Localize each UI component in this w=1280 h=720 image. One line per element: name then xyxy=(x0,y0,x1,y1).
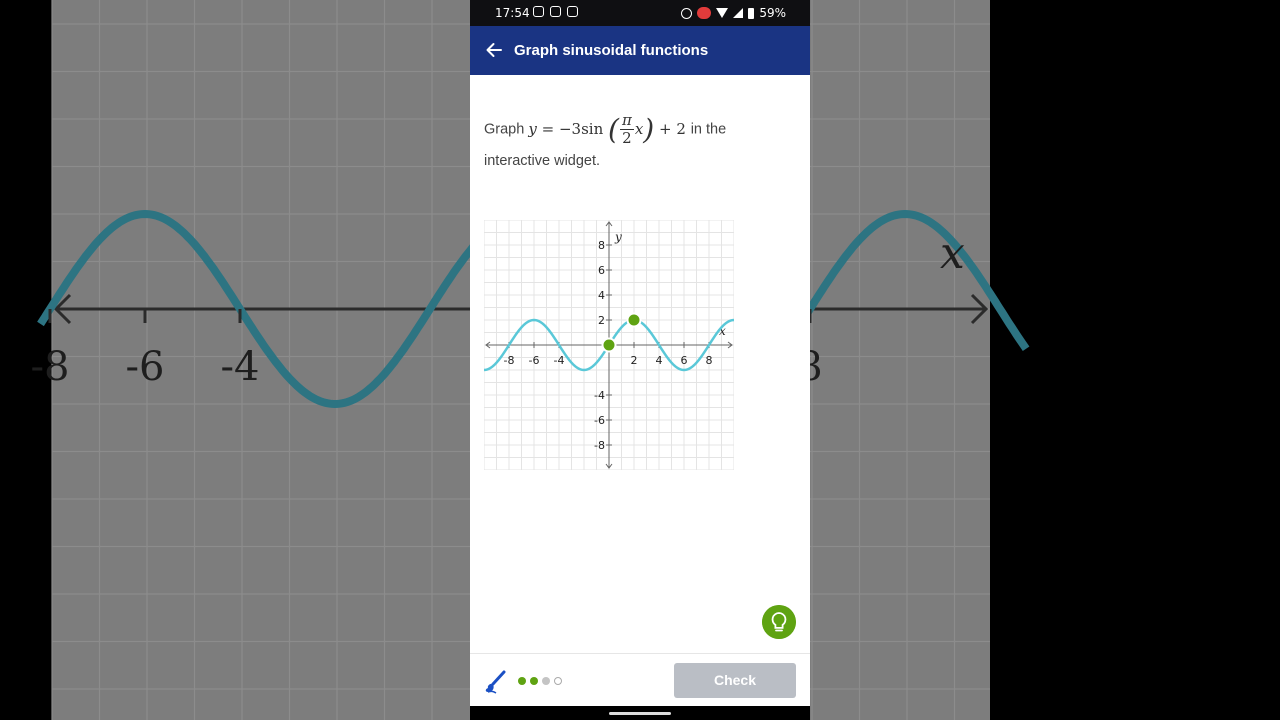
phone-screen: 17:54 59% Graph sinusoidal functions Gra… xyxy=(470,0,810,720)
equation-coefficient: −3 xyxy=(558,119,582,138)
record-icon xyxy=(697,7,712,19)
check-button[interactable]: Check xyxy=(674,663,796,698)
question-trail: in the xyxy=(690,121,727,138)
back-arrow-icon[interactable] xyxy=(484,40,504,60)
home-indicator[interactable] xyxy=(609,712,671,715)
drag-handle[interactable] xyxy=(626,312,642,328)
y-tick-label: -6 xyxy=(594,414,605,427)
progress-dot-remaining xyxy=(554,677,562,685)
equation-fraction: π2 xyxy=(619,111,634,147)
notification-icon xyxy=(550,6,561,17)
background-tick-label: -8 xyxy=(31,344,70,390)
notification-icon xyxy=(567,6,578,17)
fraction-denominator: 2 xyxy=(622,129,632,147)
x-tick-label: -6 xyxy=(529,354,540,367)
android-nav-bar xyxy=(470,706,810,720)
question-lead: Graph xyxy=(484,121,525,138)
notification-icon xyxy=(533,6,544,17)
status-bar: 17:54 59% xyxy=(470,0,810,26)
x-tick-label: 2 xyxy=(631,354,638,367)
progress-dot-complete xyxy=(530,677,538,685)
app-bar: Graph sinusoidal functions xyxy=(470,26,810,75)
drag-handle[interactable] xyxy=(601,337,617,353)
x-tick-label: 8 xyxy=(706,354,713,367)
equation-lhs: y xyxy=(528,119,537,138)
progress-dot-current xyxy=(542,677,550,685)
y-tick-label: 2 xyxy=(598,314,605,327)
hint-lightbulb-icon[interactable] xyxy=(762,605,796,639)
close-paren: ) xyxy=(643,112,655,146)
interactive-graph[interactable]: -8 -6 -4 2 4 6 88642-4-6-8xy xyxy=(484,220,734,470)
notification-icons xyxy=(533,6,578,17)
background-tick-label: -4 xyxy=(221,344,260,390)
signal-icon xyxy=(733,8,744,18)
equation-equals: = xyxy=(541,119,555,138)
open-paren: ( xyxy=(608,112,619,146)
question-text: Graph y = −3sin (π 2 x) + 2 in the interac… xyxy=(484,112,794,175)
alarm-icon xyxy=(681,7,693,19)
equation-constant: + 2 xyxy=(659,119,686,138)
y-tick-label: 6 xyxy=(598,264,605,277)
y-tick-label: 8 xyxy=(598,239,605,252)
battery-icon xyxy=(748,7,755,19)
scratchpad-icon[interactable] xyxy=(484,670,506,694)
battery-percent: 59% xyxy=(759,6,786,20)
fraction-numerator: π xyxy=(619,111,634,130)
y-tick-label: -8 xyxy=(594,439,605,452)
background-x-axis-label: x xyxy=(940,228,965,279)
x-tick-label: 6 xyxy=(681,354,688,367)
status-time: 17:54 xyxy=(495,6,530,20)
progress-dot-complete xyxy=(518,677,526,685)
y-tick-label: -4 xyxy=(594,389,605,402)
x-tick-label: -8 xyxy=(504,354,515,367)
question-line2: interactive widget. xyxy=(484,153,601,169)
background-tick-label: -6 xyxy=(126,344,165,390)
equation-function: sin xyxy=(581,119,604,138)
x-tick-label: -4 xyxy=(554,354,565,367)
x-tick-label: 4 xyxy=(656,354,663,367)
equation: y = −3sin (π 2 x) + 2 xyxy=(528,112,690,147)
y-tick-label: 4 xyxy=(598,289,605,302)
footer-bar: Check xyxy=(470,653,810,706)
status-right: 59% xyxy=(681,6,786,20)
wifi-icon xyxy=(716,8,729,18)
y-axis-label: y xyxy=(614,230,622,244)
page-title: Graph sinusoidal functions xyxy=(514,42,709,59)
progress-dots xyxy=(518,677,562,685)
